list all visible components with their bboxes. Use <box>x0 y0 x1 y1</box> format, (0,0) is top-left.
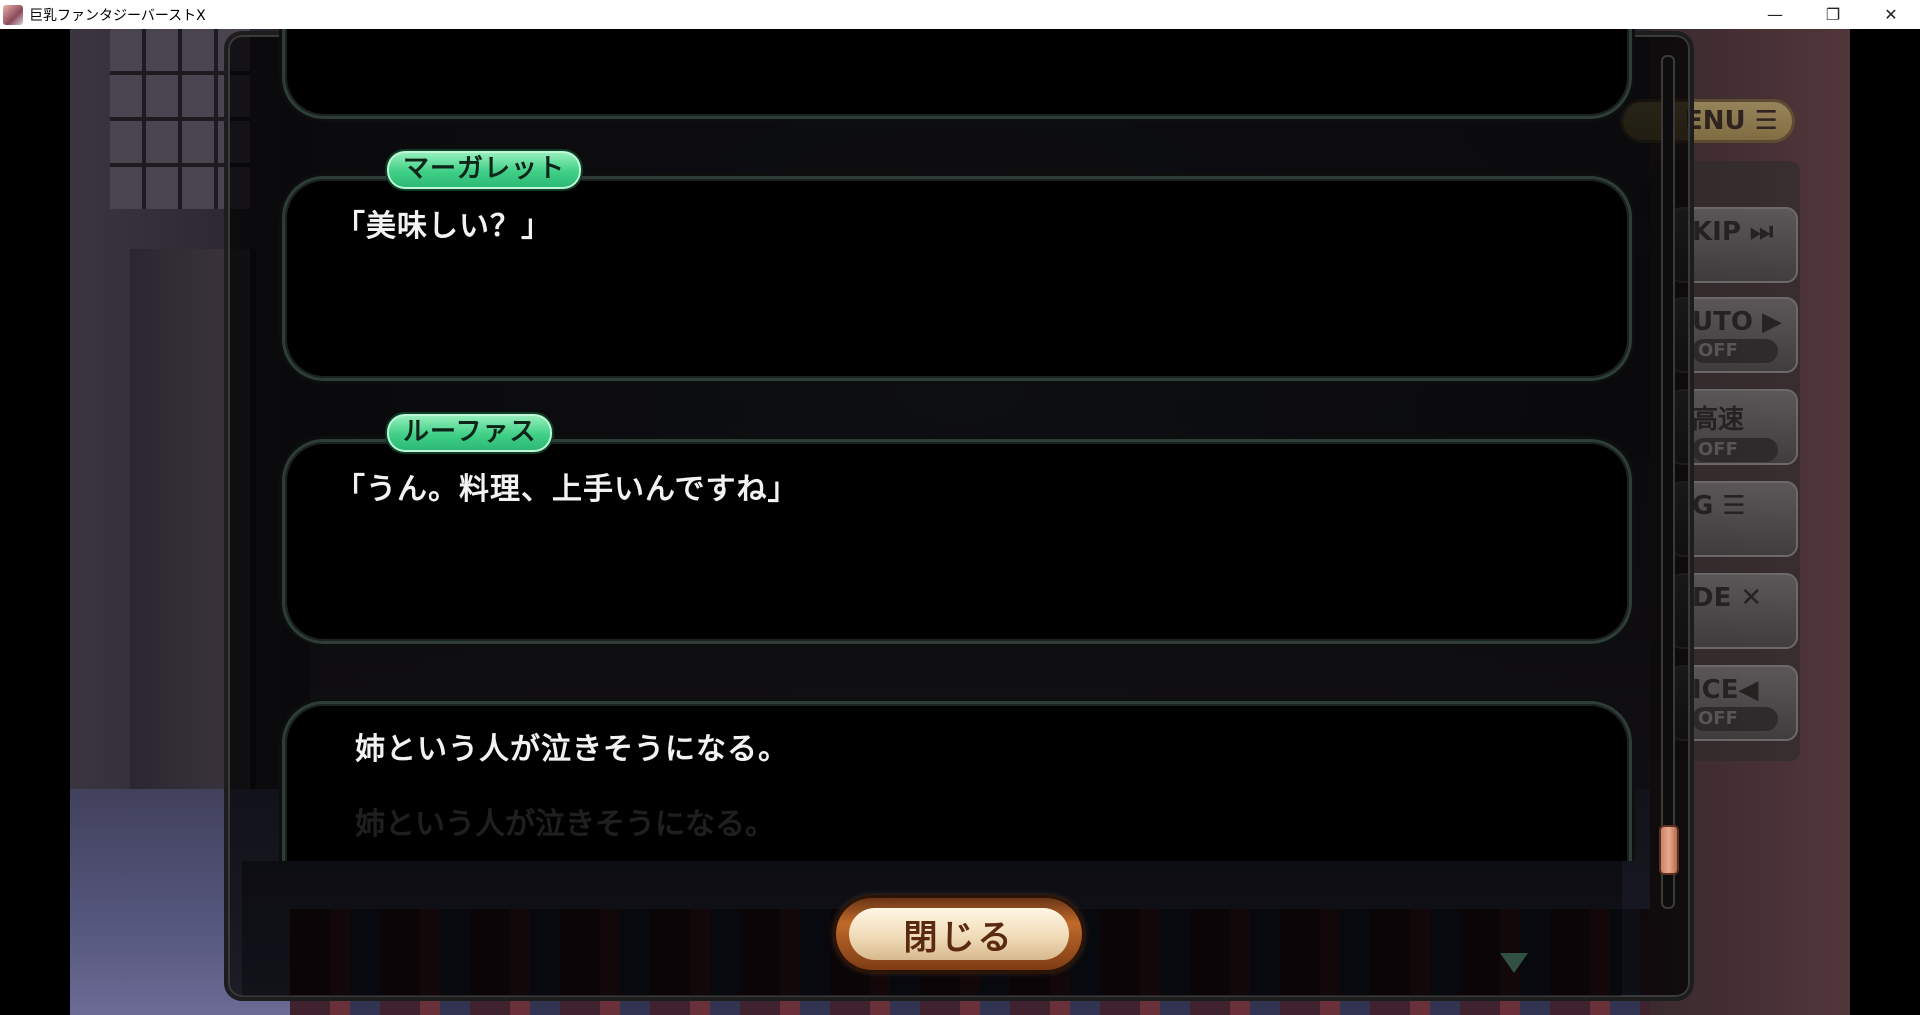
voice-status: OFF <box>1692 707 1778 731</box>
window-controls: — ❐ ✕ <box>1746 0 1920 29</box>
backlog-entry[interactable]: 姉という人が泣きそうになる。 姉という人が泣きそうになる。 <box>282 701 1632 861</box>
window-titlebar: 巨乳ファンタジーバーストX — ❐ ✕ <box>0 0 1920 29</box>
close-log-label: 閉じる <box>849 908 1069 960</box>
window-title: 巨乳ファンタジーバーストX <box>29 7 206 24</box>
backlog-list[interactable]: 「美味しい？」 マーガレット 「うん。料理、上手いんですね」 ルーファス 姉とい… <box>242 29 1642 861</box>
backlog-line-text: 「うん。料理、上手いんですね」 <box>335 472 799 507</box>
backlog-scroll-thumb[interactable] <box>1659 825 1679 875</box>
app-icon <box>3 4 23 25</box>
game-viewport: ENU ☰ KIP ⏭ UTO ▶ OFF 高速 OFF G ☰ DE ✕ IC… <box>0 29 1920 1015</box>
close-log-button[interactable]: 閉じる <box>836 898 1082 970</box>
backlog-scrollbar[interactable] <box>1661 55 1675 909</box>
speaker-name-tag: マーガレット <box>385 149 584 191</box>
fast-status: OFF <box>1692 438 1778 462</box>
backlog-entry[interactable] <box>282 29 1632 119</box>
auto-status: OFF <box>1692 339 1778 363</box>
minimize-icon[interactable]: — <box>1746 0 1804 29</box>
speaker-name-tag: ルーファス <box>385 412 555 454</box>
backlog-line-text: 姉という人が泣きそうになる。 <box>355 732 789 767</box>
restore-icon[interactable]: ❐ <box>1804 0 1862 29</box>
backlog-line-ghost: 姉という人が泣きそうになる。 <box>355 807 775 842</box>
backlog-entry[interactable]: 「うん。料理、上手いんですね」 <box>282 439 1632 644</box>
backlog-entry[interactable]: 「美味しい？」 <box>282 176 1632 381</box>
close-window-icon[interactable]: ✕ <box>1862 0 1920 29</box>
next-arrow-icon <box>1500 953 1528 973</box>
backlog-line-text: 「美味しい？」 <box>335 209 552 244</box>
